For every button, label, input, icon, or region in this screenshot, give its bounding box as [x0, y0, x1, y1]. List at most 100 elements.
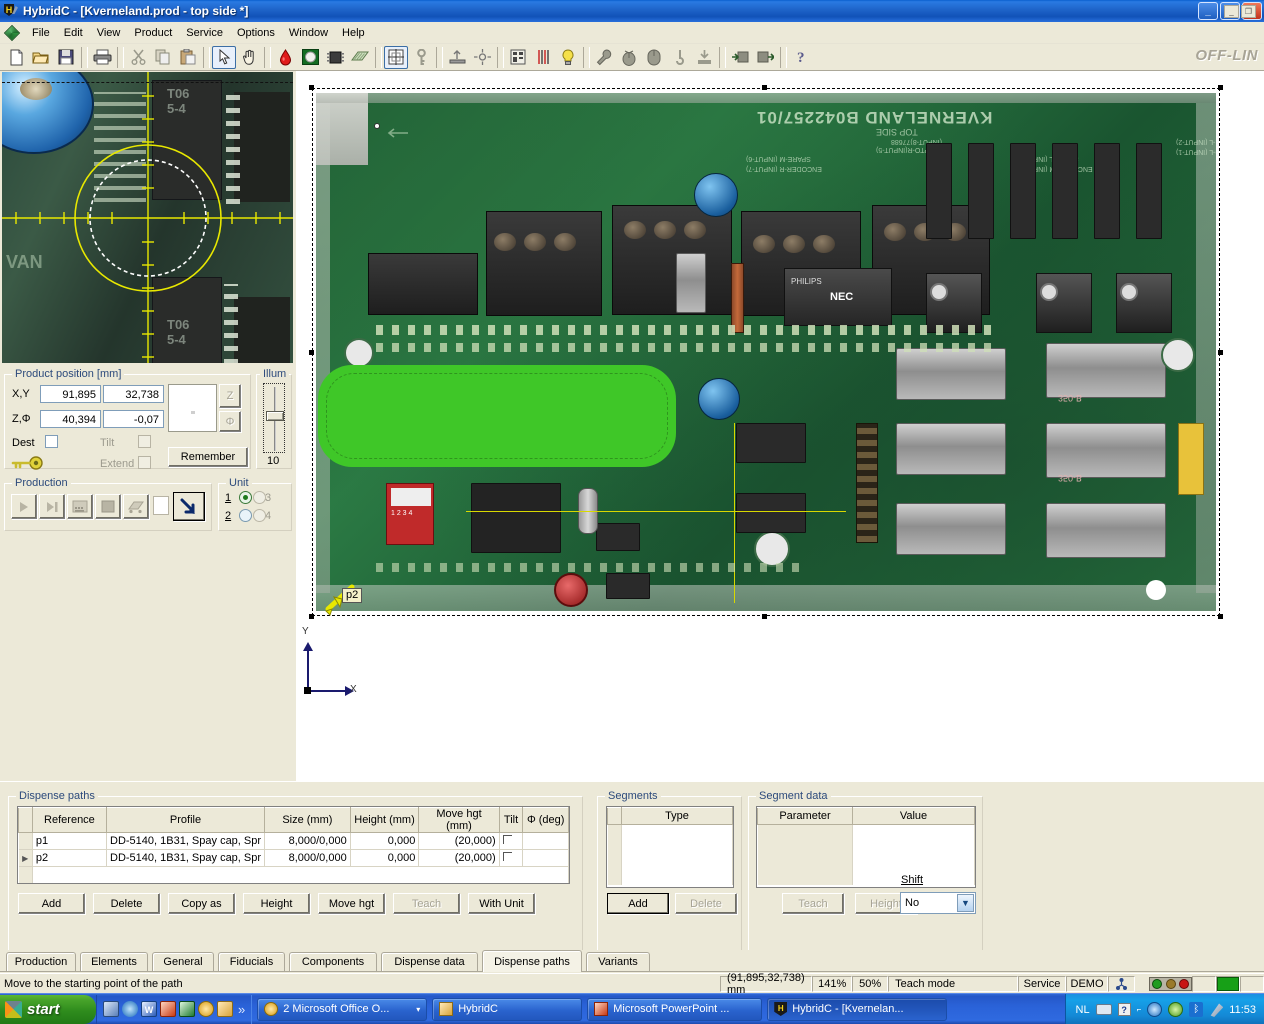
tab-elements[interactable]: Elements: [80, 952, 148, 971]
chevron-down-icon[interactable]: ▾: [416, 1005, 420, 1014]
x-field[interactable]: 91,895: [40, 385, 101, 403]
keyboard-board-icon[interactable]: [67, 494, 93, 519]
path-label-p2[interactable]: p2: [342, 588, 363, 603]
tab-dispense-data[interactable]: Dispense data: [381, 952, 478, 971]
remember-button[interactable]: Remember: [168, 447, 248, 467]
arrow-down-right-icon[interactable]: [173, 492, 205, 521]
tab-dispense-paths[interactable]: Dispense paths: [482, 950, 582, 972]
matrix-icon[interactable]: [506, 46, 530, 69]
move-hgt-button[interactable]: Move hgt: [318, 893, 385, 914]
menu-item-help[interactable]: Help: [335, 25, 372, 41]
tray-expand-icon[interactable]: ⌐: [1137, 1005, 1142, 1014]
language-indicator[interactable]: NL: [1076, 1004, 1090, 1016]
dispense-path-overlay[interactable]: [318, 365, 676, 467]
mdi-minimize-button[interactable]: _: [1224, 5, 1239, 18]
resize-handle-sw[interactable]: [309, 614, 314, 619]
unit-radio-3[interactable]: [253, 491, 266, 504]
start-button[interactable]: start: [0, 994, 96, 1024]
outlook-icon[interactable]: [103, 1001, 119, 1017]
minimize-button[interactable]: _: [1198, 2, 1218, 20]
taskbar-item-hybridc[interactable]: HybridC: [432, 997, 583, 1021]
menu-item-view[interactable]: View: [90, 25, 128, 41]
quick-launch-overflow[interactable]: »: [238, 1002, 245, 1017]
play-to-end-icon[interactable]: [39, 494, 65, 519]
volume-icon[interactable]: [1147, 1002, 1163, 1017]
resize-handle-se[interactable]: [1218, 614, 1223, 619]
mouse-icon[interactable]: [642, 46, 666, 69]
key-icon[interactable]: [11, 456, 43, 473]
paste-icon[interactable]: [176, 46, 200, 69]
new-document-icon[interactable]: [4, 46, 28, 69]
col-height[interactable]: Height (mm): [349, 807, 420, 833]
dest-checkbox[interactable]: [45, 435, 58, 448]
resize-handle-e[interactable]: [1218, 350, 1223, 355]
phi-button[interactable]: Φ: [219, 411, 241, 432]
play-icon[interactable]: [11, 494, 37, 519]
taskbar-item-hybridc-main[interactable]: H HybridC - [Kvernelan...: [767, 997, 948, 1021]
segments-table-frame[interactable]: Type: [606, 806, 734, 888]
print-icon[interactable]: [90, 46, 114, 69]
cut-scissors-icon[interactable]: [126, 46, 150, 69]
pen-icon[interactable]: [1210, 1003, 1224, 1017]
add-button[interactable]: Add: [18, 893, 85, 914]
stop-square-icon[interactable]: [95, 494, 121, 519]
resize-handle-ne[interactable]: [1218, 85, 1223, 90]
menu-item-options[interactable]: Options: [230, 25, 282, 41]
copy-as-button[interactable]: Copy as: [168, 893, 235, 914]
excel-icon[interactable]: [179, 1001, 195, 1017]
tab-variants[interactable]: Variants: [586, 952, 650, 971]
col-tilt[interactable]: Tilt: [498, 807, 524, 833]
wrench-icon[interactable]: [592, 46, 616, 69]
conveyor-icon[interactable]: [123, 494, 149, 519]
resize-handle-n[interactable]: [762, 85, 767, 90]
col-size[interactable]: Size (mm): [264, 807, 351, 833]
board-canvas[interactable]: KVERNELAND B042257/01 TOP SIDE (INPUT-8)…: [309, 85, 1223, 619]
col-reference[interactable]: Reference: [31, 807, 108, 833]
height-button[interactable]: Height: [243, 893, 310, 914]
taskbar-item-office[interactable]: 2 Microsoft Office O... ▾: [257, 997, 428, 1021]
shift-dropdown[interactable]: No ▼: [900, 892, 976, 914]
hook-icon[interactable]: [667, 46, 691, 69]
taskbar-item-powerpoint[interactable]: Microsoft PowerPoint ...: [587, 997, 763, 1021]
help-icon[interactable]: ?: [1117, 1003, 1131, 1016]
col-parameter[interactable]: Parameter: [757, 807, 853, 825]
col-phi[interactable]: Φ (deg): [522, 807, 569, 833]
unit-radio-2[interactable]: [239, 509, 252, 522]
cell-tilt[interactable]: [499, 849, 524, 867]
calibrate-icon[interactable]: [692, 46, 716, 69]
tab-fiducials[interactable]: Fiducials: [218, 952, 285, 971]
illum-slider[interactable]: [263, 383, 285, 453]
segment-teach-button[interactable]: Teach: [782, 893, 844, 914]
dispense-drop-icon[interactable]: [273, 46, 297, 69]
col-profile[interactable]: Profile: [105, 807, 266, 833]
ie-icon[interactable]: [122, 1001, 138, 1017]
explorer-icon[interactable]: [217, 1001, 233, 1017]
col-value[interactable]: Value: [852, 807, 975, 825]
menu-item-window[interactable]: Window: [282, 25, 335, 41]
open-folder-icon[interactable]: [29, 46, 53, 69]
col-marker[interactable]: [18, 807, 33, 833]
menu-item-edit[interactable]: Edit: [57, 25, 90, 41]
y-field[interactable]: 32,738: [103, 385, 164, 403]
key-icon[interactable]: [409, 46, 433, 69]
select-arrow-icon[interactable]: [212, 45, 236, 69]
table-row[interactable]: ▶ p2 DD-5140, 1B31, Spay cap, Spr 8,000/…: [18, 849, 569, 867]
tab-general[interactable]: General: [152, 952, 214, 971]
tilt-checkbox[interactable]: [138, 435, 151, 448]
resize-handle-w[interactable]: [309, 350, 314, 355]
tab-components[interactable]: Components: [289, 952, 377, 971]
z-field[interactable]: 40,394: [40, 410, 101, 428]
delete-button[interactable]: Delete: [93, 893, 160, 914]
board-icon[interactable]: [348, 46, 372, 69]
dispense-paths-table-frame[interactable]: Reference Profile Size (mm) Height (mm) …: [17, 806, 570, 884]
lamp-icon[interactable]: [556, 46, 580, 69]
needle-icon[interactable]: [531, 46, 555, 69]
menu-item-file[interactable]: File: [25, 25, 57, 41]
col-type[interactable]: Type: [621, 807, 733, 825]
mdi-restore-button[interactable]: ❐: [1241, 5, 1256, 18]
pan-hand-icon[interactable]: [237, 46, 261, 69]
camera-view[interactable]: VAN T06 5-4 T06 5-4: [2, 72, 293, 363]
blank-button[interactable]: [153, 496, 169, 515]
component-circle-icon[interactable]: [298, 46, 322, 69]
chevron-down-icon[interactable]: ▼: [957, 894, 974, 912]
